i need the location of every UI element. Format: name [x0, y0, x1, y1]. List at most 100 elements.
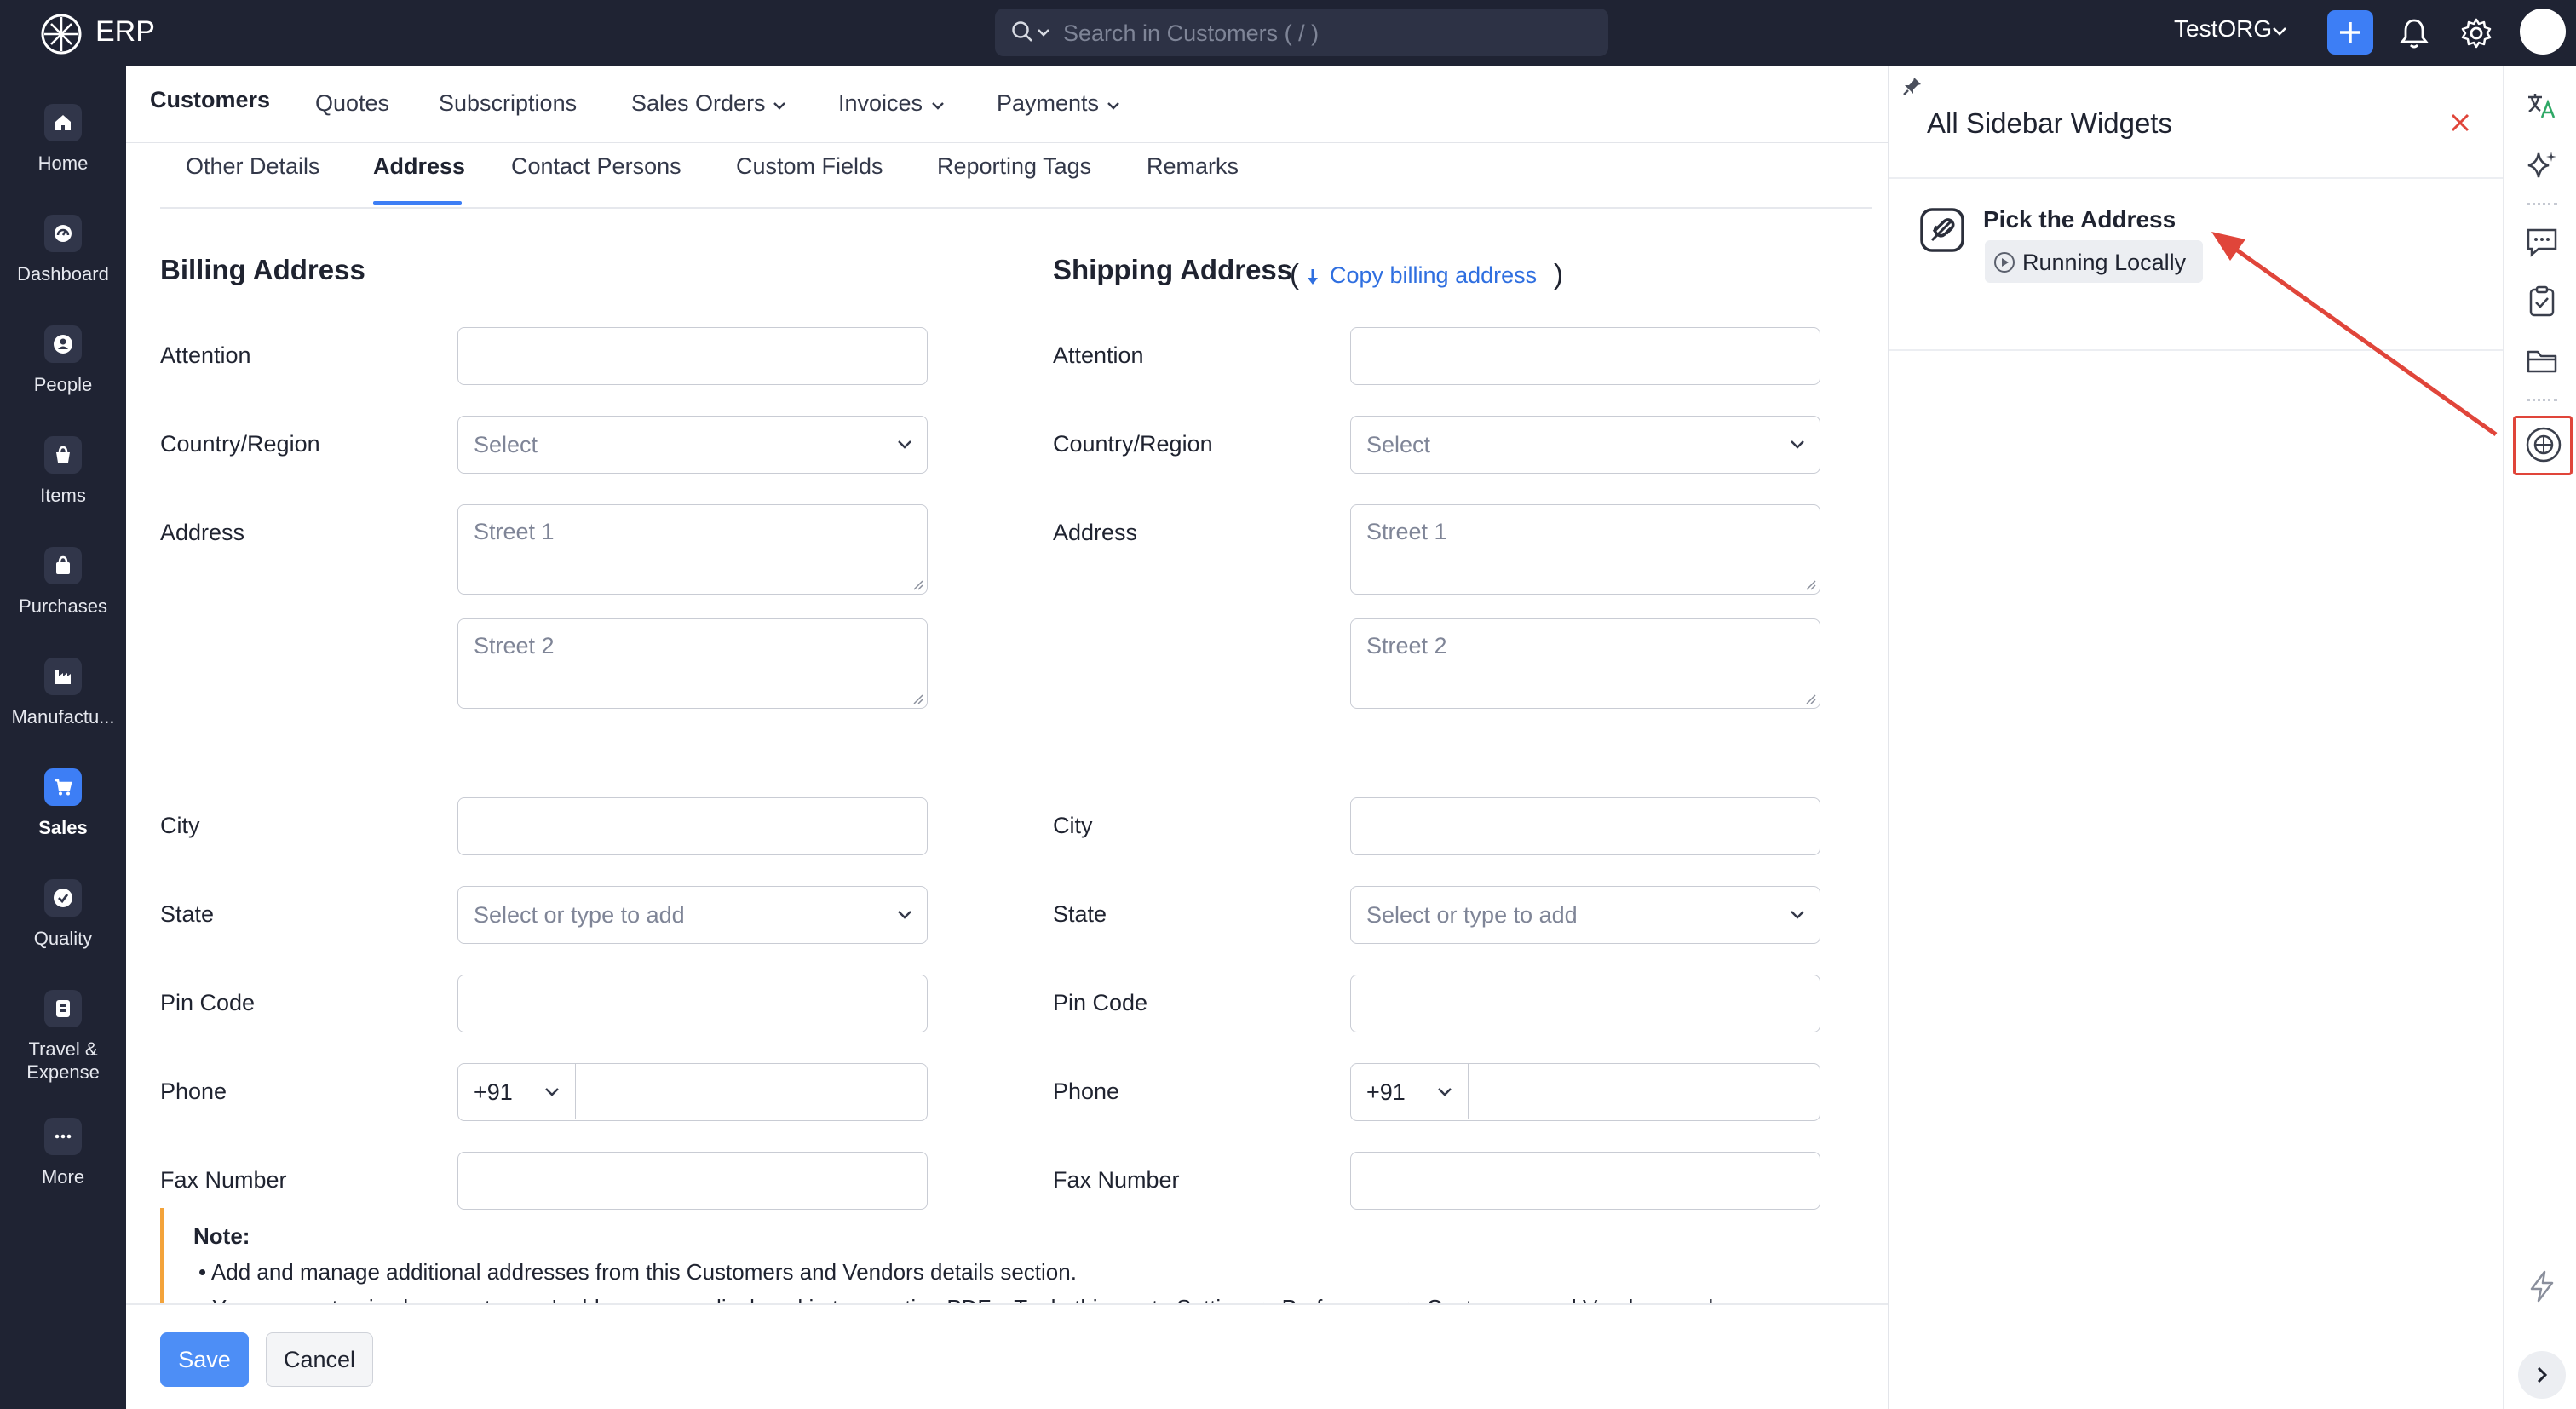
divider	[2527, 203, 2557, 205]
pin-icon[interactable]	[1901, 75, 1923, 97]
chevron-down-icon[interactable]	[930, 101, 946, 111]
tab-subscriptions[interactable]: Subscriptions	[439, 90, 577, 117]
expand-button[interactable]	[2518, 1351, 2566, 1399]
shipping-attention-input[interactable]	[1350, 327, 1820, 385]
billing-country-select[interactable]: Select	[457, 416, 928, 474]
nav-item-dashboard[interactable]: Dashboard	[0, 215, 126, 317]
chevron-right-icon	[2537, 1366, 2548, 1383]
shipping-street1-input[interactable]: Street 1	[1350, 504, 1820, 595]
quick-create-button[interactable]	[2327, 10, 2373, 55]
translate-icon[interactable]	[2525, 89, 2559, 123]
nav-item-manufacturing[interactable]: Manufactu...	[0, 658, 126, 760]
billing-phone-code-select[interactable]: +91	[458, 1064, 576, 1119]
nav-item-people[interactable]: People	[0, 325, 126, 428]
chevron-down-icon	[898, 440, 911, 449]
resize-grip-icon[interactable]	[911, 692, 924, 705]
chevron-down-icon[interactable]	[772, 101, 787, 111]
tab-customers[interactable]: Customers	[150, 87, 270, 113]
nav-item-more[interactable]: More	[0, 1118, 126, 1220]
gear-icon[interactable]	[2460, 17, 2493, 49]
org-switcher[interactable]: TestORG	[2174, 15, 2272, 43]
arrow-down-icon[interactable]	[1307, 267, 1319, 286]
subtab-custom-fields[interactable]: Custom Fields	[736, 153, 883, 180]
avatar[interactable]	[2520, 9, 2566, 55]
nav-item-home[interactable]: Home	[0, 104, 126, 206]
subtab-remarks[interactable]: Remarks	[1147, 153, 1239, 180]
nav-label: Dashboard	[17, 263, 109, 285]
folder-icon[interactable]	[2525, 344, 2559, 378]
subtab-other-details[interactable]: Other Details	[186, 153, 320, 180]
close-paren: )	[1554, 258, 1563, 290]
billing-city-input[interactable]	[457, 797, 928, 855]
billing-attention-input[interactable]	[457, 327, 928, 385]
shipping-pin-input[interactable]	[1350, 975, 1820, 1032]
shipping-fax-input[interactable]	[1350, 1152, 1820, 1210]
nav-item-purchases[interactable]: Purchases	[0, 547, 126, 649]
nav-item-travel-expense[interactable]: Travel & Expense	[0, 990, 126, 1092]
chevron-down-icon[interactable]	[2271, 26, 2288, 37]
app-logo-icon[interactable]	[39, 12, 83, 56]
widget-title[interactable]: Pick the Address	[1983, 206, 2176, 233]
save-button[interactable]: Save	[160, 1332, 249, 1387]
billing-pin-label: Pin Code	[160, 990, 256, 1015]
chat-icon[interactable]	[2525, 225, 2559, 259]
state-placeholder: Select or type to add	[474, 902, 685, 928]
sparkle-icon[interactable]	[2525, 148, 2559, 182]
select-placeholder: Select	[1366, 432, 1431, 457]
resize-grip-icon[interactable]	[911, 578, 924, 591]
resize-grip-icon[interactable]	[1803, 578, 1817, 591]
shipping-phone-code-select[interactable]: +91	[1351, 1064, 1469, 1119]
chevron-down-icon	[1791, 911, 1804, 919]
home-icon	[55, 115, 71, 130]
nav-label: Sales	[38, 817, 88, 838]
tab-quotes[interactable]: Quotes	[315, 90, 389, 117]
nav-label: Home	[37, 152, 89, 174]
billing-state-label: State	[160, 901, 215, 927]
billing-street1-input[interactable]: Street 1	[457, 504, 928, 595]
tab-payments[interactable]: Payments	[997, 90, 1099, 117]
tab-invoices[interactable]: Invoices	[838, 90, 923, 117]
left-nav: Home Dashboard People Items Purchases Ma…	[0, 66, 126, 1409]
subtab-reporting-tags[interactable]: Reporting Tags	[937, 153, 1091, 180]
nav-item-items[interactable]: Items	[0, 436, 126, 538]
items-icon	[56, 446, 70, 463]
billing-address-label: Address	[160, 520, 245, 545]
nav-item-quality[interactable]: Quality	[0, 879, 126, 981]
shipping-fax-label: Fax Number	[1053, 1167, 1180, 1193]
shipping-country-select[interactable]: Select	[1350, 416, 1820, 474]
bell-icon[interactable]	[2399, 17, 2429, 49]
active-tab-indicator	[373, 201, 462, 205]
subtab-contact-persons[interactable]: Contact Persons	[511, 153, 681, 180]
billing-fax-input[interactable]	[457, 1152, 928, 1210]
billing-phone-label: Phone	[160, 1078, 227, 1104]
shipping-state-select[interactable]: Select or type to add	[1350, 886, 1820, 944]
shipping-street2-input[interactable]: Street 2	[1350, 618, 1820, 709]
manufacturing-icon	[55, 670, 71, 684]
widget-icon[interactable]	[2525, 426, 2562, 463]
right-icon-strip	[2503, 66, 2576, 1409]
close-icon[interactable]	[2448, 111, 2472, 135]
copy-billing-address-link[interactable]: Copy billing address	[1330, 262, 1537, 289]
widget-link-icon[interactable]	[1918, 206, 1966, 254]
divider	[1889, 349, 2504, 351]
shipping-phone-input[interactable]: +91	[1350, 1063, 1820, 1121]
billing-state-select[interactable]: Select or type to add	[457, 886, 928, 944]
billing-pin-input[interactable]	[457, 975, 928, 1032]
billing-address-title: Billing Address	[160, 254, 365, 285]
billing-country-label: Country/Region	[160, 431, 320, 457]
nav-item-sales[interactable]: Sales	[0, 768, 126, 871]
chevron-down-icon[interactable]	[1106, 101, 1121, 111]
lightning-icon[interactable]	[2525, 1269, 2559, 1303]
cancel-button[interactable]: Cancel	[266, 1332, 373, 1387]
main-content: Customers Quotes Subscriptions Sales Ord…	[126, 66, 1888, 1409]
search-input[interactable]: Search in Customers ( / )	[995, 9, 1608, 56]
chevron-down-icon[interactable]	[1036, 27, 1051, 37]
task-icon[interactable]	[2525, 285, 2559, 319]
subtab-address[interactable]: Address	[373, 153, 465, 180]
resize-grip-icon[interactable]	[1803, 692, 1817, 705]
tab-sales-orders[interactable]: Sales Orders	[631, 90, 766, 117]
billing-phone-input[interactable]: +91	[457, 1063, 928, 1121]
nav-label: Purchases	[19, 595, 107, 617]
shipping-city-input[interactable]	[1350, 797, 1820, 855]
billing-street2-input[interactable]: Street 2	[457, 618, 928, 709]
